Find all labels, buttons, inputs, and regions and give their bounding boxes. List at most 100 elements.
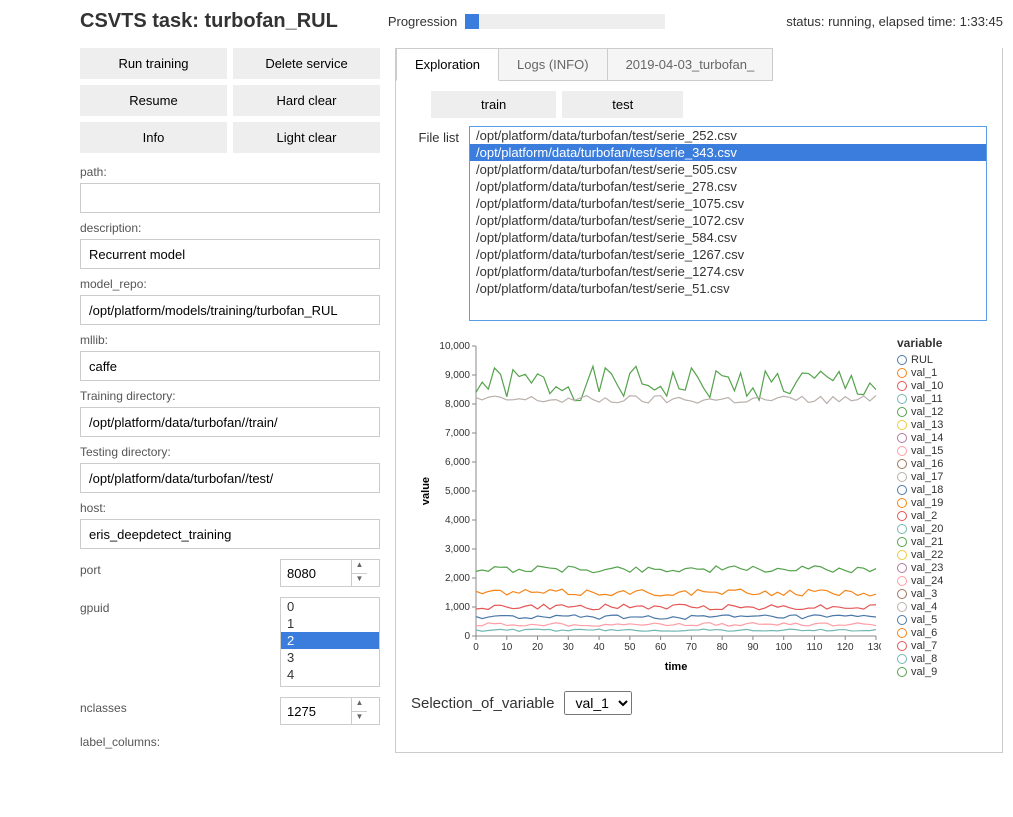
nclasses-input[interactable] [281,698,351,724]
tab-exploration[interactable]: Exploration [396,48,499,81]
gpuid-listbox[interactable]: 01234 [280,597,380,687]
legend-item[interactable]: val_2 [897,510,987,522]
description-input[interactable] [80,239,380,269]
svg-text:8,000: 8,000 [445,399,470,410]
svg-text:0: 0 [464,631,470,642]
gpuid-option[interactable]: 3 [281,649,379,666]
gpuid-label: gpuid [80,601,160,615]
file-list-item[interactable]: /opt/platform/data/turbofan/test/serie_1… [470,212,986,229]
subtab-train[interactable]: train [431,91,556,118]
legend-item[interactable]: val_14 [897,432,987,444]
svg-text:110: 110 [806,642,822,653]
file-list-item[interactable]: /opt/platform/data/turbofan/test/serie_5… [470,229,986,246]
train-dir-label: Training directory: [80,389,380,403]
file-list-item[interactable]: /opt/platform/data/turbofan/test/serie_1… [470,195,986,212]
legend-item[interactable]: val_8 [897,653,987,665]
svg-text:0: 0 [473,642,479,653]
host-label: host: [80,501,380,515]
progress-bar [465,14,665,29]
svg-text:value: value [420,477,432,505]
file-list-item[interactable]: /opt/platform/data/turbofan/test/serie_1… [470,263,986,280]
port-spinner[interactable]: ▲▼ [351,560,367,586]
gpuid-option[interactable]: 4 [281,666,379,683]
legend-item[interactable]: val_5 [897,614,987,626]
run-training-button[interactable]: Run training [80,48,227,79]
gpuid-option[interactable]: 2 [281,632,379,649]
legend-item[interactable]: val_24 [897,575,987,587]
legend-item[interactable]: val_3 [897,588,987,600]
svg-text:2,000: 2,000 [445,573,470,584]
status-text: status: running, elapsed time: 1:33:45 [786,14,1003,29]
svg-text:80: 80 [717,642,729,653]
file-list-item[interactable]: /opt/platform/data/turbofan/test/serie_2… [470,178,986,195]
hard-clear-button[interactable]: Hard clear [233,85,380,116]
tab-run-date[interactable]: 2019-04-03_turbofan_ [608,48,774,81]
legend-item[interactable]: val_4 [897,601,987,613]
legend-item[interactable]: val_19 [897,497,987,509]
resume-button[interactable]: Resume [80,85,227,116]
legend-item[interactable]: val_23 [897,562,987,574]
legend-item[interactable]: val_17 [897,471,987,483]
file-list-item[interactable]: /opt/platform/data/turbofan/test/serie_5… [470,161,986,178]
svg-text:50: 50 [624,642,636,653]
legend-item[interactable]: val_15 [897,445,987,457]
file-list-item[interactable]: /opt/platform/data/turbofan/test/serie_3… [470,144,986,161]
info-button[interactable]: Info [80,122,227,153]
file-list[interactable]: /opt/platform/data/turbofan/test/serie_2… [469,126,987,321]
svg-text:3,000: 3,000 [445,544,470,555]
model-repo-label: model_repo: [80,277,380,291]
selection-label: Selection_of_variable [411,695,554,712]
legend-item[interactable]: val_6 [897,627,987,639]
svg-text:9,000: 9,000 [445,370,470,381]
selection-dropdown[interactable]: val_1 [564,691,632,715]
legend-title: variable [897,336,987,350]
legend-item[interactable]: val_11 [897,393,987,405]
light-clear-button[interactable]: Light clear [233,122,380,153]
nclasses-label: nclasses [80,701,160,715]
tab-logs[interactable]: Logs (INFO) [499,48,608,81]
description-label: description: [80,221,380,235]
gpuid-option[interactable]: 1 [281,615,379,632]
legend-item[interactable]: val_10 [897,380,987,392]
svg-text:130: 130 [868,642,881,653]
svg-text:20: 20 [532,642,544,653]
legend-item[interactable]: val_1 [897,367,987,379]
file-list-item[interactable]: /opt/platform/data/turbofan/test/serie_1… [470,246,986,263]
legend-item[interactable]: val_13 [897,419,987,431]
test-dir-input[interactable] [80,463,380,493]
path-label: path: [80,165,380,179]
page-title: CSVTS task: turbofan_RUL [80,10,338,33]
legend-item[interactable]: val_18 [897,484,987,496]
svg-text:10,000: 10,000 [439,341,470,352]
svg-text:60: 60 [655,642,667,653]
file-list-item[interactable]: /opt/platform/data/turbofan/test/serie_5… [470,280,986,297]
legend-item[interactable]: val_20 [897,523,987,535]
subtab-test[interactable]: test [562,91,683,118]
train-dir-input[interactable] [80,407,380,437]
mllib-label: mllib: [80,333,380,347]
port-label: port [80,563,160,577]
legend-item[interactable]: val_12 [897,406,987,418]
legend-item[interactable]: val_7 [897,640,987,652]
path-input[interactable] [80,183,380,213]
legend-item[interactable]: val_22 [897,549,987,561]
svg-text:10: 10 [501,642,513,653]
delete-service-button[interactable]: Delete service [233,48,380,79]
file-list-label: File list [411,126,459,145]
mllib-input[interactable] [80,351,380,381]
legend-item[interactable]: val_16 [897,458,987,470]
port-input[interactable] [281,560,351,586]
nclasses-spinner[interactable]: ▲▼ [351,698,367,724]
legend-item[interactable]: val_21 [897,536,987,548]
host-input[interactable] [80,519,380,549]
legend-item[interactable]: RUL [897,354,987,366]
legend-item[interactable]: val_9 [897,666,987,678]
gpuid-option[interactable]: 0 [281,598,379,615]
svg-text:70: 70 [686,642,698,653]
file-list-item[interactable]: /opt/platform/data/turbofan/test/serie_2… [470,127,986,144]
label-columns-label: label_columns: [80,735,380,749]
svg-text:6,000: 6,000 [445,457,470,468]
svg-text:1,000: 1,000 [445,602,470,613]
tab-bar: Exploration Logs (INFO) 2019-04-03_turbo… [396,48,1002,81]
model-repo-input[interactable] [80,295,380,325]
